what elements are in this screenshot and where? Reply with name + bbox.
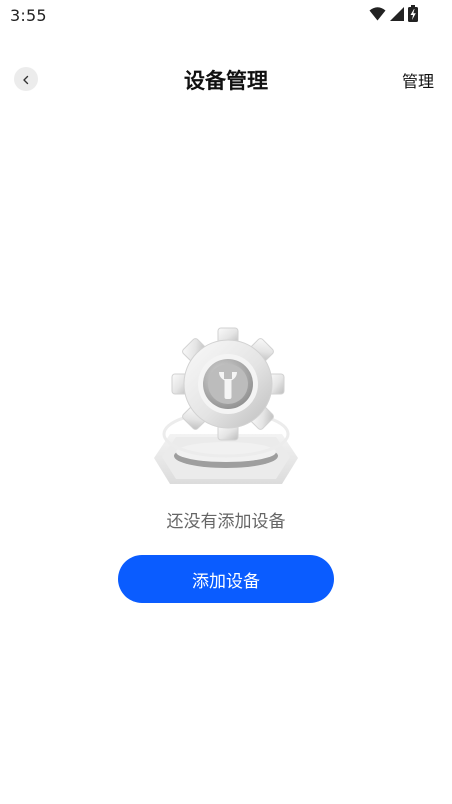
manage-button[interactable]: 管理 <box>402 68 434 92</box>
device-management-screen: 3:55 设备管理 管理 还没有添加设备 添加设备 <box>0 0 452 804</box>
add-device-button[interactable]: 添加设备 <box>118 555 334 603</box>
battery-charging-icon <box>408 4 418 26</box>
empty-illustration <box>146 316 306 492</box>
cell-signal-icon <box>390 6 404 25</box>
nav-bar: 设备管理 管理 <box>0 56 452 102</box>
empty-state-message: 还没有添加设备 <box>166 512 286 532</box>
gear-wrench-icon <box>154 327 298 484</box>
page-title: 设备管理 <box>184 69 268 93</box>
status-time: 3:55 <box>10 6 47 25</box>
status-icons <box>369 4 418 26</box>
wifi-icon <box>369 6 386 25</box>
status-bar: 3:55 <box>0 0 452 32</box>
